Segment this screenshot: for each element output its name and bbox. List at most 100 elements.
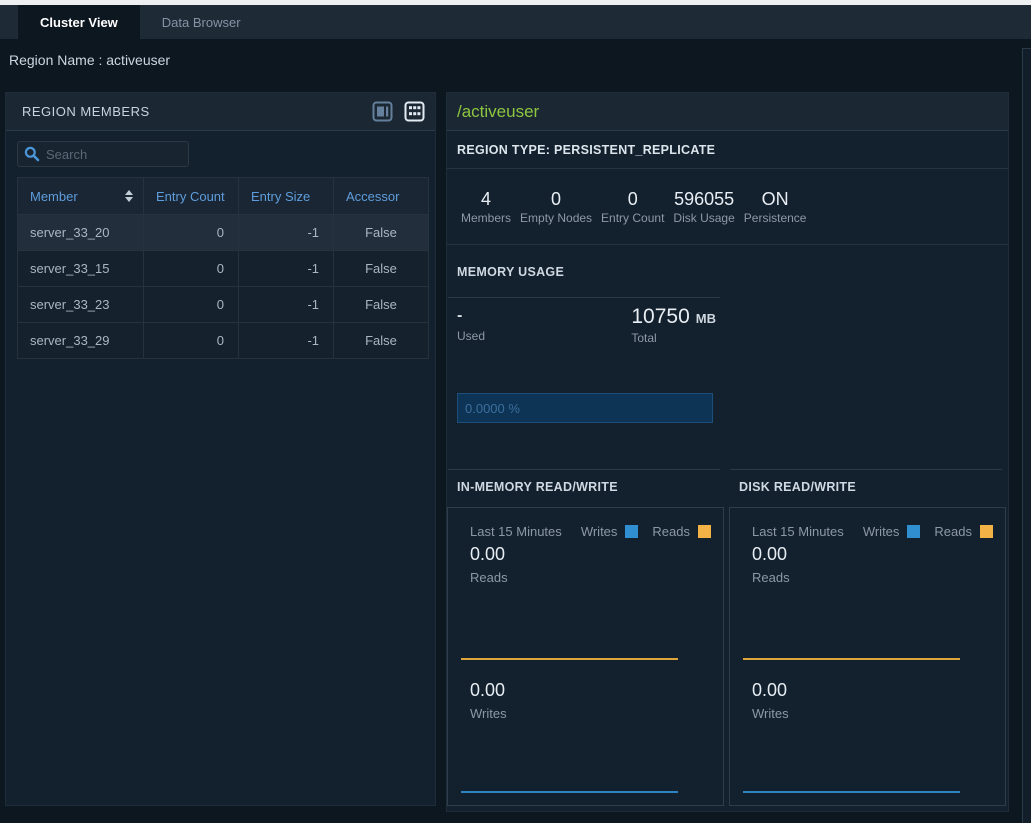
search-box[interactable] <box>17 141 189 167</box>
reads-legend-swatch-icon <box>980 525 993 538</box>
memory-total: 10750 MB Total <box>631 305 716 345</box>
column-header-member-label: Member <box>30 189 78 204</box>
stat-value: 0 <box>520 189 592 209</box>
legend-writes-label: Writes <box>581 524 618 539</box>
reads-value: 0.00 <box>752 544 787 565</box>
stat-members: 4 Members <box>461 189 511 225</box>
cell-entry-size: -1 <box>239 323 334 359</box>
stat-disk-usage: 596055 Disk Usage <box>673 189 734 225</box>
stat-persistence: ON Persistence <box>744 189 807 225</box>
chart-legend: Last 15 Minutes Writes Reads <box>752 524 993 539</box>
cell-entry-count: 0 <box>144 215 239 251</box>
memory-total-unit: MB <box>696 311 716 326</box>
region-members-panel: REGION MEMBERS <box>5 92 436 806</box>
search-input[interactable] <box>46 147 182 162</box>
stat-label: Persistence <box>744 211 807 225</box>
table-row[interactable]: server_33_29 0 -1 False <box>18 323 429 359</box>
cell-entry-count: 0 <box>144 323 239 359</box>
reads-label: Reads <box>752 570 790 585</box>
memory-usage-percent: 0.0000 % <box>465 401 520 416</box>
region-title: /activeuser <box>457 102 539 122</box>
search-icon <box>24 146 40 162</box>
column-header-entry-count: Entry Count <box>144 178 239 215</box>
tab-cluster-view[interactable]: Cluster View <box>18 5 140 39</box>
cell-member: server_33_23 <box>18 287 144 323</box>
cell-entry-count: 0 <box>144 251 239 287</box>
stat-label: Disk Usage <box>673 211 734 225</box>
memory-total-label: Total <box>631 331 716 345</box>
column-header-accessor: Accessor <box>334 178 429 215</box>
cell-member: server_33_29 <box>18 323 144 359</box>
cell-accessor: False <box>334 323 429 359</box>
reads-label: Reads <box>470 570 508 585</box>
region-type-row: REGION TYPE: PERSISTENT_REPLICATE <box>447 131 1008 169</box>
writes-sparkline <box>461 791 678 793</box>
cell-entry-size: -1 <box>239 251 334 287</box>
members-table: Member Entry Count Entry Size Accessor s… <box>17 177 429 359</box>
writes-legend-swatch-icon <box>907 525 920 538</box>
reads-legend-swatch-icon <box>698 525 711 538</box>
writes-legend-swatch-icon <box>625 525 638 538</box>
memory-used-label: Used <box>457 329 485 343</box>
disk-readwrite-section: DISK READ/WRITE Last 15 Minutes Writes R… <box>729 469 1006 806</box>
table-row[interactable]: server_33_15 0 -1 False <box>18 251 429 287</box>
tab-data-browser[interactable]: Data Browser <box>140 5 263 39</box>
stat-empty-nodes: 0 Empty Nodes <box>520 189 592 225</box>
table-row[interactable]: server_33_23 0 -1 False <box>18 287 429 323</box>
search-row <box>6 131 435 167</box>
writes-value: 0.00 <box>470 680 505 701</box>
memory-used: - Used <box>457 305 485 345</box>
memory-usage-percent-bar: 0.0000 % <box>457 393 713 423</box>
grid-view-icon[interactable] <box>404 101 425 122</box>
cutoff-panel-edge <box>1022 48 1031 823</box>
column-header-member[interactable]: Member <box>18 178 144 215</box>
section-divider <box>730 469 1002 470</box>
cell-entry-size: -1 <box>239 215 334 251</box>
stat-entry-count: 0 Entry Count <box>601 189 664 225</box>
stat-label: Members <box>461 211 511 225</box>
in-memory-readwrite-chart: Last 15 Minutes Writes Reads 0.00 Reads … <box>447 507 724 806</box>
stat-label: Entry Count <box>601 211 664 225</box>
memory-total-value: 10750 <box>631 305 689 328</box>
cell-member: server_33_15 <box>18 251 144 287</box>
stat-value: ON <box>744 189 807 209</box>
memory-usage-title: MEMORY USAGE <box>457 265 564 279</box>
writes-label: Writes <box>752 706 789 721</box>
column-header-entry-size: Entry Size <box>239 178 334 215</box>
memory-usage-values: - Used 10750 MB Total <box>457 305 716 345</box>
disk-readwrite-title: DISK READ/WRITE <box>739 480 1006 494</box>
stat-label: Empty Nodes <box>520 211 592 225</box>
legend-reads-label: Reads <box>652 524 690 539</box>
pulse-app: Cluster View Data Browser Region Name : … <box>0 0 1031 823</box>
section-divider <box>448 469 720 470</box>
legend-writes-label: Writes <box>863 524 900 539</box>
in-memory-readwrite-title: IN-MEMORY READ/WRITE <box>457 480 724 494</box>
writes-sparkline <box>743 791 960 793</box>
table-row[interactable]: server_33_20 0 -1 False <box>18 215 429 251</box>
region-members-header: REGION MEMBERS <box>6 93 435 131</box>
chart-legend: Last 15 Minutes Writes Reads <box>470 524 711 539</box>
cell-accessor: False <box>334 251 429 287</box>
legend-time-window: Last 15 Minutes <box>470 524 562 539</box>
cell-accessor: False <box>334 287 429 323</box>
region-name-heading: Region Name : activeuser <box>9 52 170 68</box>
cell-entry-size: -1 <box>239 287 334 323</box>
region-detail-panel: /activeuser REGION TYPE: PERSISTENT_REPL… <box>446 92 1009 812</box>
region-members-title: REGION MEMBERS <box>22 104 150 119</box>
in-memory-readwrite-section: IN-MEMORY READ/WRITE Last 15 Minutes Wri… <box>447 469 724 806</box>
stat-value: 596055 <box>673 189 734 209</box>
memory-usage-section: MEMORY USAGE - Used 10750 MB Total 0.0000… <box>447 245 724 461</box>
reads-sparkline <box>743 658 960 660</box>
legend-reads-label: Reads <box>934 524 972 539</box>
region-stats-row: 4 Members 0 Empty Nodes 0 Entry Count 59… <box>447 169 1008 245</box>
members-table-header-row: Member Entry Count Entry Size Accessor <box>18 178 429 215</box>
stat-value: 0 <box>601 189 664 209</box>
sort-icon[interactable] <box>125 190 133 202</box>
legend-time-window: Last 15 Minutes <box>752 524 844 539</box>
writes-value: 0.00 <box>752 680 787 701</box>
main-tabbar: Cluster View Data Browser <box>0 5 1031 39</box>
region-detail-header: /activeuser <box>447 93 1008 131</box>
cell-member: server_33_20 <box>18 215 144 251</box>
detail-view-icon[interactable] <box>372 101 393 122</box>
disk-readwrite-chart: Last 15 Minutes Writes Reads 0.00 Reads … <box>729 507 1006 806</box>
